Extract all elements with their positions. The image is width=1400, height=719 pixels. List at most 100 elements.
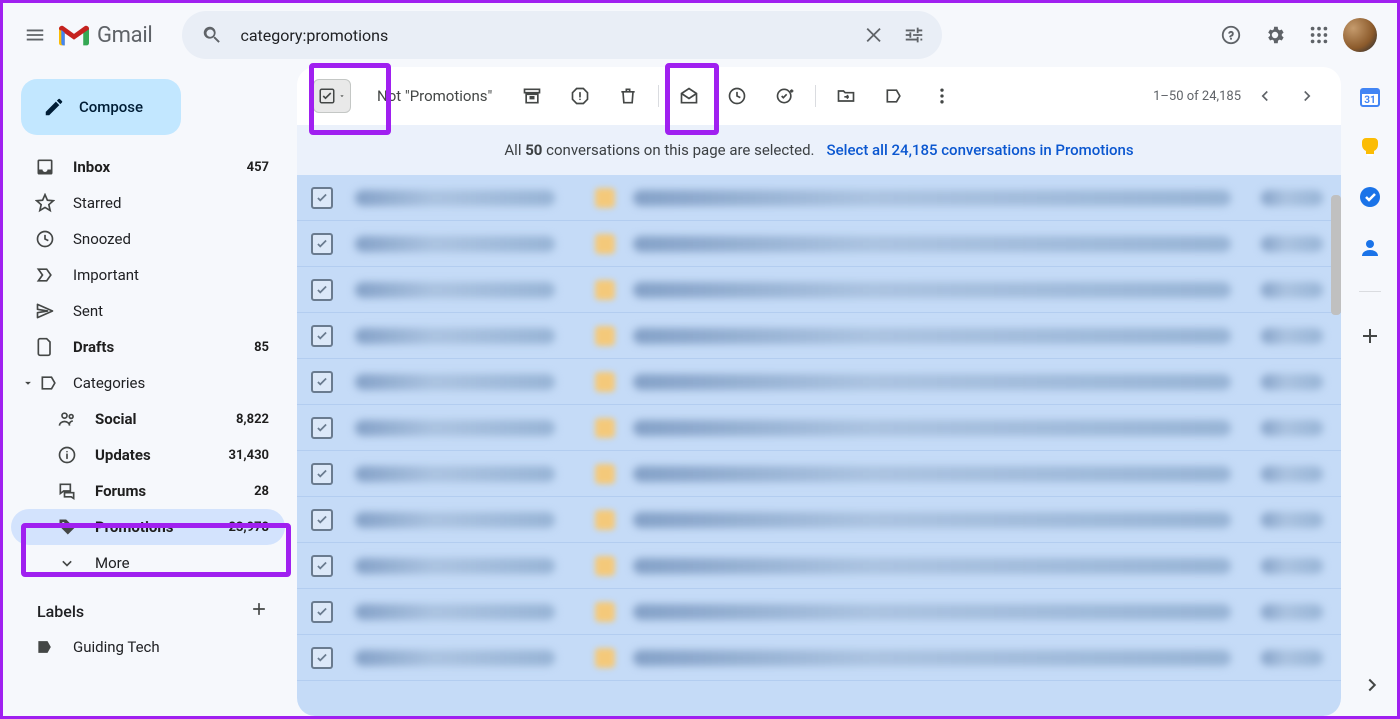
gear-icon	[1264, 24, 1286, 46]
sender-redacted	[355, 420, 555, 436]
nav-drafts[interactable]: Drafts 85	[11, 329, 285, 365]
delete-button[interactable]	[608, 76, 648, 116]
row-checkbox[interactable]	[311, 601, 333, 623]
date-redacted	[1261, 328, 1323, 344]
snooze-button[interactable]	[717, 76, 757, 116]
toolbar-divider	[815, 85, 816, 107]
forums-icon	[57, 481, 77, 501]
report-spam-button[interactable]	[560, 76, 600, 116]
nav-categories[interactable]: Categories	[11, 365, 285, 401]
google-apps-button[interactable]	[1299, 15, 1339, 55]
search-clear-button[interactable]	[854, 15, 894, 55]
select-all-conversations-link[interactable]: Select all 24,185 conversations in Promo…	[827, 141, 1134, 159]
labels-header-text: Labels	[37, 602, 84, 621]
row-checkbox[interactable]	[311, 371, 333, 393]
nav-snoozed[interactable]: Snoozed	[11, 221, 285, 257]
email-row[interactable]	[297, 405, 1341, 451]
row-checkbox[interactable]	[311, 463, 333, 485]
nav-drafts-label: Drafts	[73, 338, 254, 356]
email-row[interactable]	[297, 175, 1341, 221]
add-label-button[interactable]	[249, 599, 269, 623]
account-avatar[interactable]	[1343, 18, 1377, 52]
subject-redacted	[633, 374, 1231, 390]
row-checkbox[interactable]	[311, 187, 333, 209]
side-panel-collapse-button[interactable]	[1361, 674, 1383, 700]
subject-redacted	[633, 558, 1231, 574]
people-icon	[57, 409, 77, 429]
row-checkbox[interactable]	[311, 233, 333, 255]
nav-forums[interactable]: Forums 28	[11, 473, 285, 509]
mark-read-button[interactable]	[669, 76, 709, 116]
nav-more-label: More	[95, 554, 269, 572]
email-row[interactable]	[297, 451, 1341, 497]
move-to-button[interactable]	[826, 76, 866, 116]
get-addons-button[interactable]	[1358, 324, 1382, 348]
nav-updates-label: Updates	[95, 446, 229, 464]
search-button[interactable]	[190, 15, 234, 55]
gmail-logo[interactable]: Gmail	[59, 23, 152, 48]
plus-icon	[1358, 324, 1382, 348]
nav-promotions[interactable]: Promotions 23,978	[11, 509, 285, 545]
email-row[interactable]	[297, 497, 1341, 543]
sender-redacted	[355, 328, 555, 344]
nav-inbox[interactable]: Inbox 457	[11, 149, 285, 185]
sender-redacted	[355, 374, 555, 390]
nav-important[interactable]: Important	[11, 257, 285, 293]
nav-social[interactable]: Social 8,822	[11, 401, 285, 437]
nav-more[interactable]: More	[11, 545, 285, 581]
svg-text:31: 31	[1364, 95, 1375, 106]
row-checkbox[interactable]	[311, 325, 333, 347]
email-row[interactable]	[297, 313, 1341, 359]
email-row[interactable]	[297, 635, 1341, 681]
calendar-app-button[interactable]: 31	[1358, 85, 1382, 109]
subject-redacted	[633, 420, 1231, 436]
row-checkbox[interactable]	[311, 647, 333, 669]
support-button[interactable]	[1211, 15, 1251, 55]
compose-label: Compose	[79, 98, 143, 116]
email-row[interactable]	[297, 267, 1341, 313]
gmail-m-icon	[59, 23, 89, 47]
scrollbar-thumb[interactable]	[1331, 195, 1341, 315]
settings-button[interactable]	[1255, 15, 1295, 55]
row-checkbox[interactable]	[311, 555, 333, 577]
main-menu-button[interactable]	[15, 15, 55, 55]
star-redacted	[595, 418, 615, 438]
search-options-button[interactable]	[894, 15, 934, 55]
tasks-app-button[interactable]	[1358, 185, 1382, 209]
apps-grid-icon	[1308, 24, 1330, 46]
add-to-tasks-button[interactable]	[765, 76, 805, 116]
star-redacted	[595, 280, 615, 300]
star-redacted	[595, 234, 615, 254]
email-row[interactable]	[297, 589, 1341, 635]
row-checkbox[interactable]	[311, 279, 333, 301]
trash-icon	[618, 86, 638, 106]
contacts-icon	[1358, 235, 1382, 259]
archive-button[interactable]	[512, 76, 552, 116]
search-input[interactable]	[234, 26, 854, 45]
compose-button[interactable]: Compose	[21, 79, 181, 135]
select-all-checkbox[interactable]	[313, 79, 351, 113]
label-guidingtech[interactable]: Guiding Tech	[11, 629, 285, 665]
contacts-app-button[interactable]	[1358, 235, 1382, 259]
row-checkbox[interactable]	[311, 509, 333, 531]
nav-sent-label: Sent	[73, 302, 269, 320]
page-info-text: 1–50 of 24,185	[1153, 89, 1241, 104]
nav-updates[interactable]: Updates 31,430	[11, 437, 285, 473]
subject-redacted	[633, 282, 1231, 298]
keep-app-button[interactable]	[1358, 135, 1382, 159]
date-redacted	[1261, 650, 1323, 666]
search-bar[interactable]	[182, 11, 942, 59]
nav-sent[interactable]: Sent	[11, 293, 285, 329]
nav-starred[interactable]: Starred	[11, 185, 285, 221]
labels-button[interactable]	[874, 76, 914, 116]
email-row[interactable]	[297, 221, 1341, 267]
email-row[interactable]	[297, 543, 1341, 589]
email-row[interactable]	[297, 359, 1341, 405]
page-next-button[interactable]	[1289, 78, 1325, 114]
page-prev-button[interactable]	[1247, 78, 1283, 114]
star-redacted	[595, 556, 615, 576]
row-checkbox[interactable]	[311, 417, 333, 439]
not-promotions-button[interactable]: Not "Promotions"	[351, 87, 508, 105]
more-actions-button[interactable]	[922, 76, 962, 116]
nav-snoozed-label: Snoozed	[73, 230, 269, 248]
